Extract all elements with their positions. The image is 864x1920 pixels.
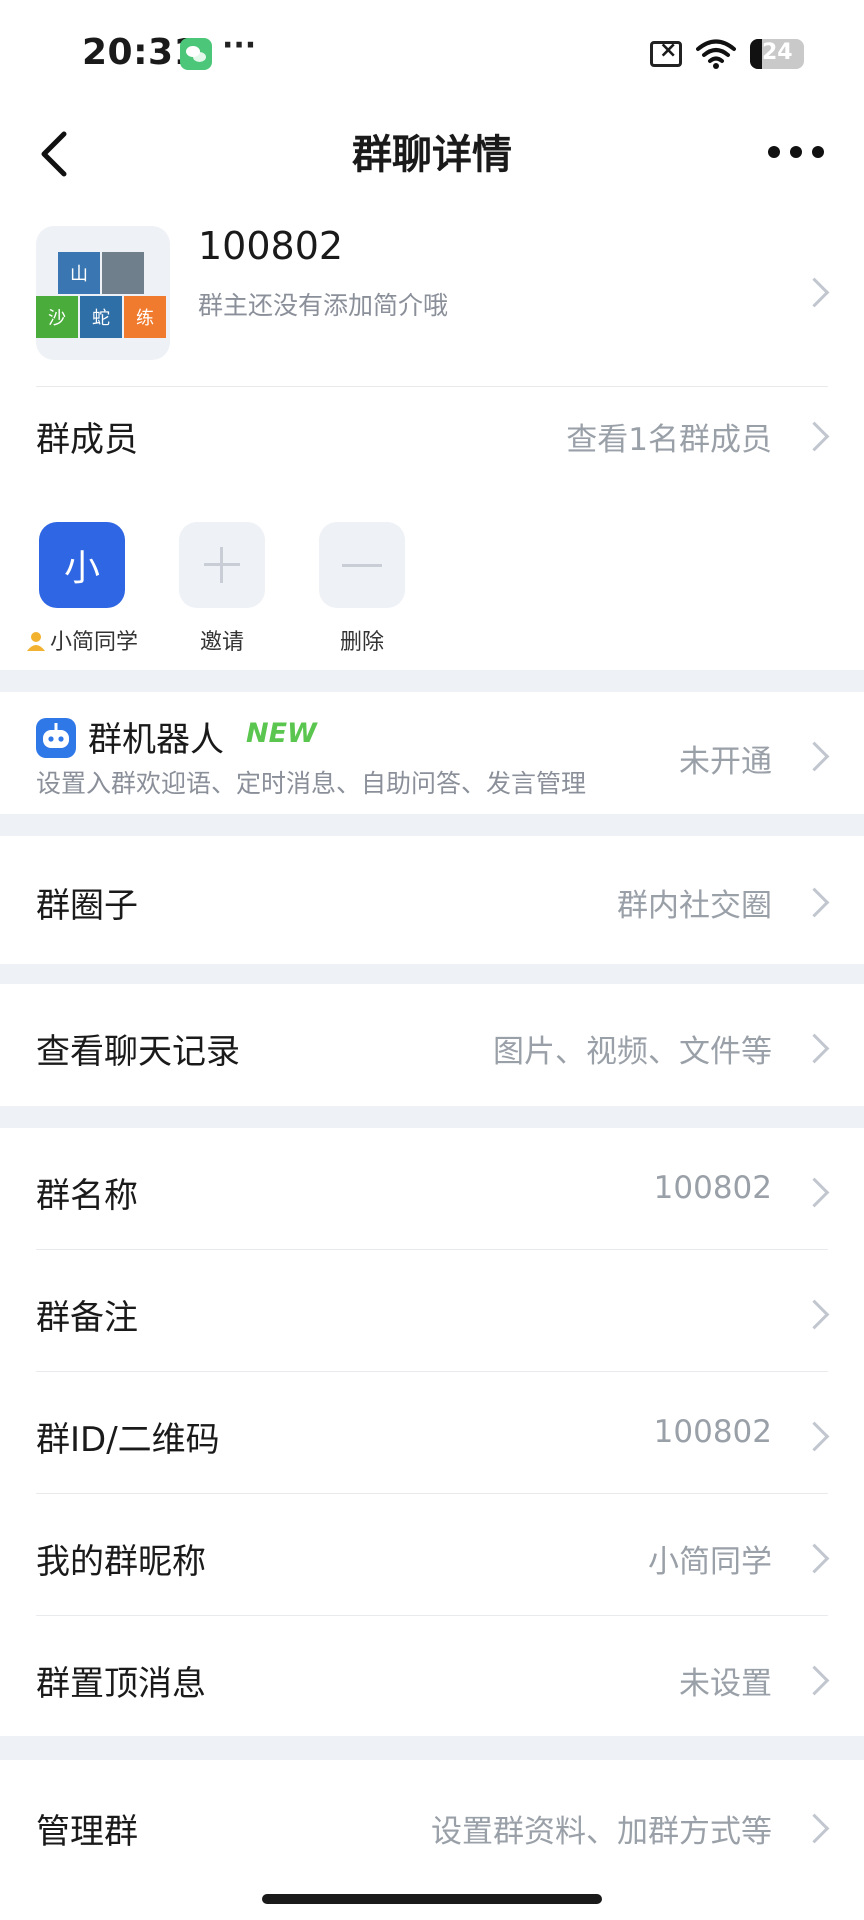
group-avatar: 山 沙 蛇 练 — [36, 226, 170, 360]
avatar-tile: 山 — [58, 252, 100, 294]
view-members-link: 查看1名群成员 — [566, 422, 772, 458]
divider — [36, 386, 828, 387]
avatar-tile: 蛇 — [80, 296, 122, 338]
delete-label: 删除 — [339, 630, 384, 655]
chat-history-row[interactable]: 查看聊天记录 图片、视频、文件等 — [0, 984, 864, 1106]
no-sim-icon — [650, 38, 682, 67]
more-dot-icon — [768, 146, 780, 158]
invite-avatar — [179, 522, 265, 608]
group-name: 100802 — [198, 224, 344, 268]
setting-value: 小简同学 — [648, 1544, 772, 1580]
member-item[interactable]: 小 小简同学 — [12, 522, 152, 656]
robot-description: 设置入群欢迎语、定时消息、自助问答、发言管理 — [36, 769, 587, 798]
manage-value: 设置群资料、加群方式等 — [431, 1814, 772, 1850]
chevron-right-icon — [799, 1033, 830, 1064]
robot-status: 未开通 — [679, 744, 772, 780]
setting-value: 未设置 — [679, 1666, 772, 1702]
home-indicator[interactable] — [262, 1894, 602, 1904]
member-name-row: 小简同学 — [12, 624, 152, 656]
more-options-button[interactable] — [766, 132, 826, 172]
owner-person-icon — [26, 632, 45, 651]
chevron-right-icon — [799, 1813, 830, 1844]
member-avatar: 小 — [39, 522, 125, 608]
battery-level: 24 — [762, 40, 793, 65]
setting-value: 100802 — [653, 1170, 772, 1206]
setting-label: 群备注 — [36, 1298, 138, 1338]
more-dot-icon — [812, 146, 824, 158]
invite-button[interactable]: 邀请 — [152, 522, 292, 656]
group-detail-page: 20:31 ··· 24 群聊详情 — [0, 0, 864, 1920]
group-description: 群主还没有添加简介哦 — [198, 291, 449, 320]
robot-icon — [36, 718, 76, 758]
members-label: 群成员 — [36, 420, 138, 460]
settings-row-group-remark[interactable]: 群备注 — [0, 1250, 864, 1370]
page-title: 群聊详情 — [352, 132, 512, 178]
minus-icon — [342, 563, 382, 567]
chevron-right-icon — [799, 1421, 830, 1452]
setting-value: 100802 — [653, 1414, 772, 1450]
chevron-right-icon — [799, 1299, 830, 1330]
chevron-right-icon — [799, 1665, 830, 1696]
settings-row-group-id-qrcode[interactable]: 群ID/二维码 100802 — [0, 1372, 864, 1492]
new-badge: NEW — [246, 718, 317, 749]
more-dot-icon — [790, 146, 802, 158]
setting-label: 群名称 — [36, 1176, 138, 1216]
settings-row-my-nickname[interactable]: 我的群昵称 小简同学 — [0, 1494, 864, 1614]
battery-fill — [750, 39, 762, 69]
chevron-right-icon — [799, 1543, 830, 1574]
group-robot-row[interactable]: 群机器人 NEW 设置入群欢迎语、定时消息、自助问答、发言管理 未开通 — [0, 692, 864, 814]
status-icons: 24 — [650, 38, 804, 70]
circle-label: 群圈子 — [36, 886, 138, 926]
robot-title: 群机器人 — [88, 720, 224, 760]
avatar-tile-image — [102, 252, 144, 294]
settings-row-group-name[interactable]: 群名称 100802 — [0, 1128, 864, 1248]
manage-label: 管理群 — [36, 1812, 138, 1852]
circle-value: 群内社交圈 — [617, 888, 772, 924]
setting-label: 我的群昵称 — [36, 1542, 206, 1582]
chevron-right-icon — [799, 421, 830, 452]
plus-icon — [202, 545, 242, 585]
group-info-card: 山 沙 蛇 练 100802 群主还没有添加简介哦 群成员 查看1名群成员 小 … — [0, 210, 864, 670]
wifi-icon — [696, 39, 736, 69]
member-name: 小简同学 — [49, 630, 138, 655]
battery-icon: 24 — [750, 39, 804, 69]
chevron-right-icon — [799, 741, 830, 772]
chevron-right-icon — [799, 1177, 830, 1208]
members-row[interactable]: 群成员 查看1名群成员 — [0, 388, 864, 482]
delete-member-button[interactable]: 删除 — [292, 522, 432, 656]
setting-label: 群置顶消息 — [36, 1664, 206, 1704]
group-circle-row[interactable]: 群圈子 群内社交圈 — [0, 836, 864, 964]
group-header-row[interactable]: 山 沙 蛇 练 100802 群主还没有添加简介哦 — [0, 210, 864, 386]
avatar-tile: 沙 — [36, 296, 78, 338]
chevron-right-icon — [799, 887, 830, 918]
setting-label: 群ID/二维码 — [36, 1420, 220, 1460]
wechat-notification-icon — [180, 38, 212, 70]
more-notifications-indicator: ··· — [222, 28, 257, 63]
history-label: 查看聊天记录 — [36, 1032, 240, 1072]
invite-label: 邀请 — [199, 630, 244, 655]
avatar-tile: 练 — [124, 296, 166, 338]
settings-row-pinned-message[interactable]: 群置顶消息 未设置 — [0, 1616, 864, 1736]
delete-avatar — [319, 522, 405, 608]
navigation-bar: 群聊详情 — [0, 110, 864, 210]
group-settings-card: 群名称 100802 群备注 群ID/二维码 100802 我的群昵称 小简同学… — [0, 1128, 864, 1736]
status-bar: 20:31 ··· 24 — [0, 0, 864, 110]
history-value: 图片、视频、文件等 — [493, 1034, 772, 1070]
chevron-right-icon — [799, 277, 830, 308]
